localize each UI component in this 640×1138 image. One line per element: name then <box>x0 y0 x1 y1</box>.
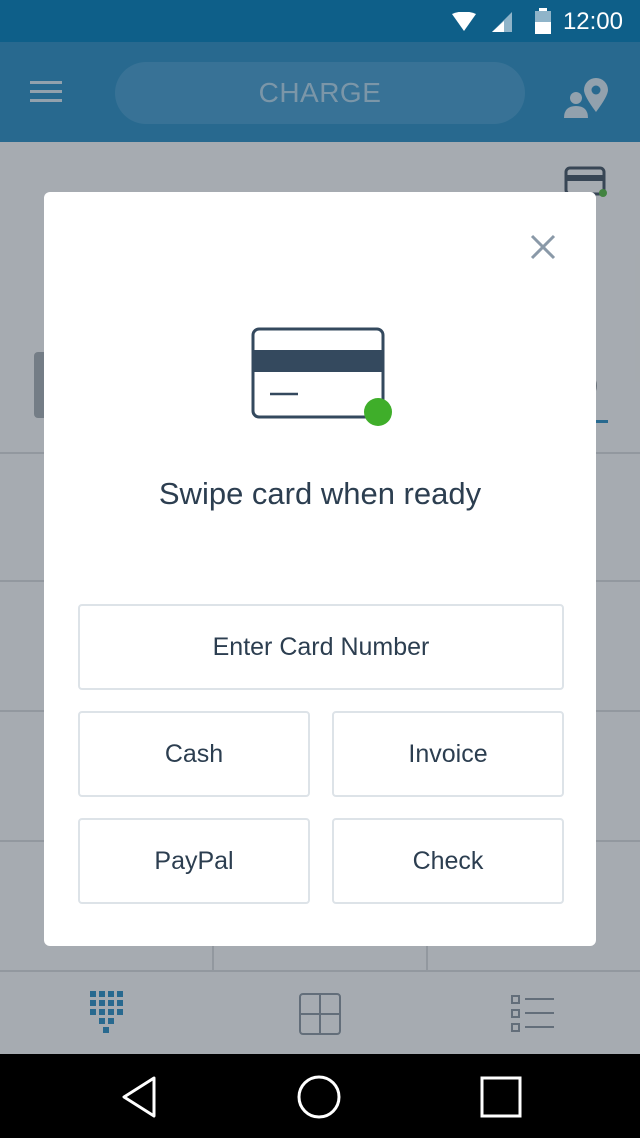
recents-icon[interactable] <box>476 1072 526 1122</box>
cash-button[interactable]: Cash <box>78 711 310 797</box>
enter-card-number-button[interactable]: Enter Card Number <box>78 604 564 690</box>
status-time: 12:00 <box>562 8 623 35</box>
paypal-button[interactable]: PayPal <box>78 818 310 904</box>
credit-card-icon <box>251 327 392 426</box>
signal-icon <box>492 12 512 32</box>
check-button[interactable]: Check <box>332 818 564 904</box>
system-nav-bar <box>0 1054 640 1138</box>
invoice-button[interactable]: Invoice <box>332 711 564 797</box>
home-icon[interactable] <box>294 1072 344 1122</box>
back-icon[interactable] <box>114 1072 164 1122</box>
payment-dialog: Swipe card when ready Enter Card Number … <box>44 192 596 946</box>
battery-icon <box>535 8 551 34</box>
wifi-icon <box>452 12 476 31</box>
dialog-title: Swipe card when ready <box>158 476 482 511</box>
close-icon[interactable] <box>528 232 558 262</box>
status-bar: 12:00 <box>0 0 640 42</box>
